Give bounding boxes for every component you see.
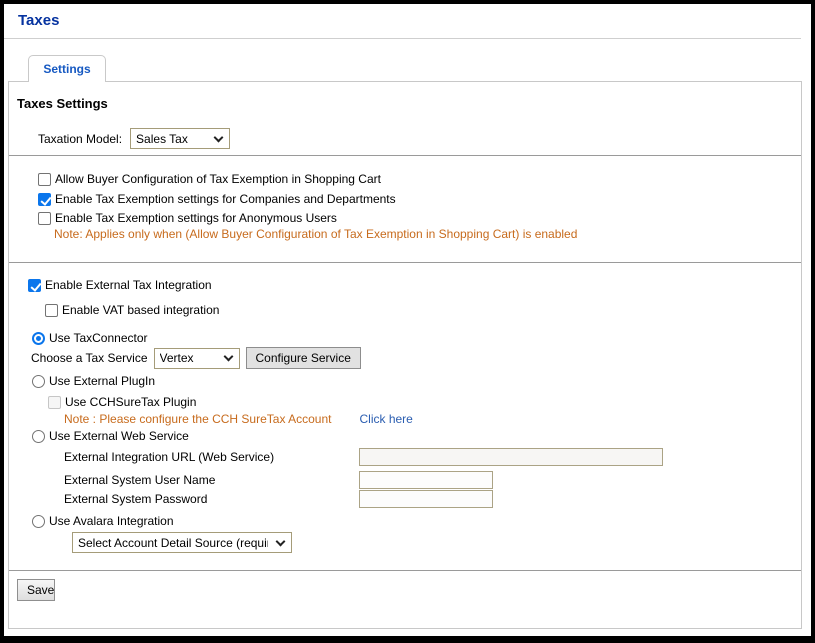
use-avalara-radio[interactable] [32,515,45,528]
exemption-option-row: Enable Tax Exemption settings for Anonym… [38,210,337,226]
cch-click-here-link[interactable]: Click here [359,412,412,426]
taxconnector-radio-row: Use TaxConnector [32,330,148,346]
external-password-label: External System Password [64,492,207,506]
cch-suretax-row: Use CCHSureTax Plugin [48,394,196,410]
exemption-note: Note: Applies only when (Allow Buyer Con… [54,226,577,241]
avalara-source-value: Select Account Detail Source (required) [78,536,268,550]
taxation-model-row: Taxation Model: Sales Tax [38,128,230,149]
use-external-ws-label: Use External Web Service [49,429,189,443]
companies-exemption-label: Enable Tax Exemption settings for Compan… [55,192,396,206]
exemption-option-row: Enable Tax Exemption settings for Compan… [38,191,396,207]
use-taxconnector-label: Use TaxConnector [49,331,148,345]
external-user-label: External System User Name [64,473,215,487]
external-url-input[interactable] [359,448,663,466]
save-button[interactable]: Save [17,579,55,601]
use-external-plugin-radio[interactable] [32,375,45,388]
taxes-settings-page: Taxes Settings Taxes Settings Taxation M… [0,0,815,643]
cch-note: Note : Please configure the CCH SureTax … [64,412,331,426]
configure-service-button[interactable]: Configure Service [246,347,361,369]
external-url-row: External Integration URL (Web Service) [64,448,274,466]
enable-external-tax-row: Enable External Tax Integration [28,277,212,293]
enable-vat-checkbox[interactable] [45,304,58,317]
tab-settings[interactable]: Settings [28,55,106,82]
allow-buyer-exemption-checkbox[interactable] [38,173,51,186]
use-taxconnector-radio[interactable] [32,332,45,345]
external-ws-radio-row: Use External Web Service [32,428,189,444]
avalara-radio-row: Use Avalara Integration [32,513,174,529]
external-user-input[interactable] [359,471,493,489]
anonymous-exemption-label: Enable Tax Exemption settings for Anonym… [55,211,337,225]
chevron-down-icon [214,132,224,142]
use-avalara-label: Use Avalara Integration [49,514,174,528]
avalara-source-select[interactable]: Select Account Detail Source (required) [72,532,292,553]
use-external-plugin-label: Use External PlugIn [49,374,155,388]
enable-external-tax-label: Enable External Tax Integration [45,278,212,292]
allow-buyer-exemption-label: Allow Buyer Configuration of Tax Exempti… [55,172,381,186]
chevron-down-icon [276,536,286,546]
companies-exemption-checkbox[interactable] [38,193,51,206]
cch-note-row: Note : Please configure the CCH SureTax … [64,411,413,427]
settings-panel: Taxes Settings Taxation Model: Sales Tax… [8,81,802,629]
enable-external-tax-checkbox[interactable] [28,279,41,292]
avalara-source-row: Select Account Detail Source (required) [72,532,292,553]
section-divider [9,262,801,263]
cch-suretax-checkbox[interactable] [48,396,61,409]
taxation-model-select[interactable]: Sales Tax [130,128,230,149]
section-heading: Taxes Settings [17,96,108,111]
tax-service-select[interactable]: Vertex [154,348,240,369]
external-password-input[interactable] [359,490,493,508]
anonymous-exemption-checkbox[interactable] [38,212,51,225]
enable-vat-row: Enable VAT based integration [45,302,219,318]
taxation-model-value: Sales Tax [136,132,206,146]
enable-vat-label: Enable VAT based integration [62,303,219,317]
page-title: Taxes [18,12,59,29]
exemption-option-row: Allow Buyer Configuration of Tax Exempti… [38,171,381,187]
use-external-ws-radio[interactable] [32,430,45,443]
section-divider [9,155,801,156]
footer-divider [9,570,801,571]
taxation-model-label: Taxation Model: [38,132,122,146]
choose-tax-service-label: Choose a Tax Service [31,351,148,365]
external-user-row: External System User Name [64,471,215,489]
tax-service-value: Vertex [160,351,216,365]
external-url-label: External Integration URL (Web Service) [64,450,274,464]
cch-suretax-label: Use CCHSureTax Plugin [65,395,196,409]
chevron-down-icon [223,352,233,362]
external-plugin-radio-row: Use External PlugIn [32,373,155,389]
tab-settings-label: Settings [43,62,90,76]
external-password-row: External System Password [64,490,207,508]
title-divider [4,38,801,39]
choose-tax-service-row: Choose a Tax Service Vertex Configure Se… [31,347,361,369]
